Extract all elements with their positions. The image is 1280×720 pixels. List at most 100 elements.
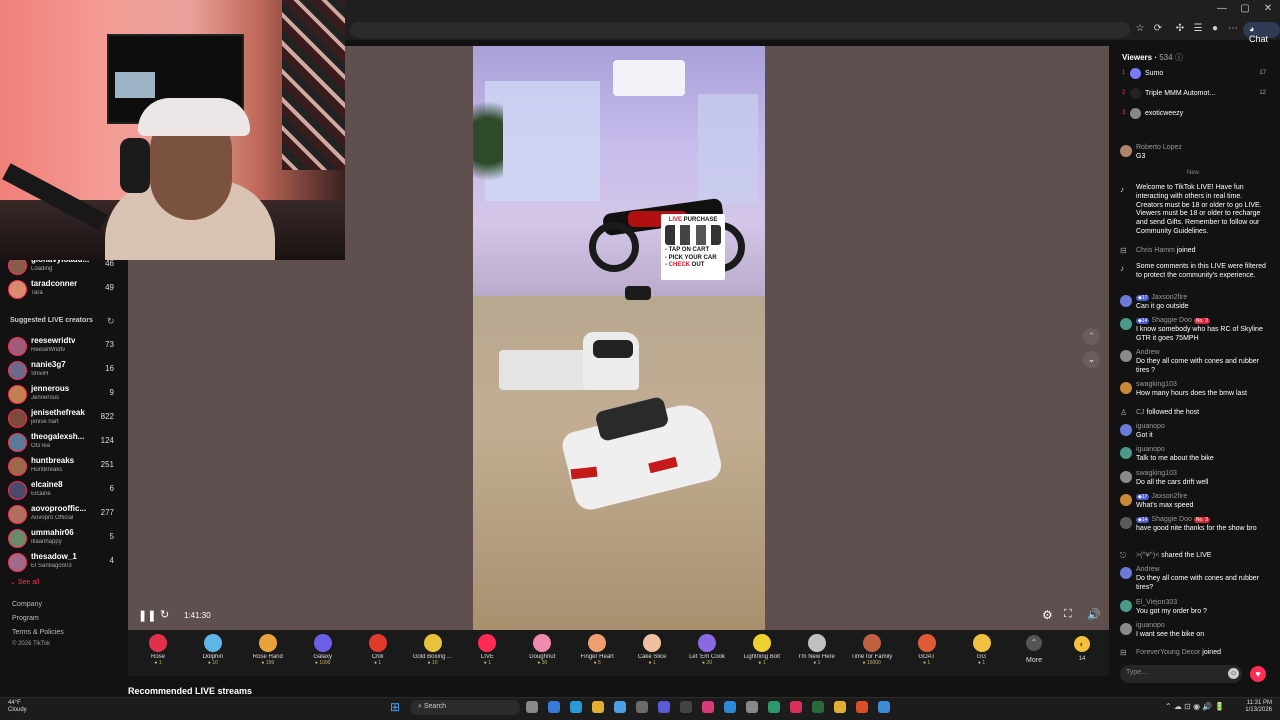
taskbar-app-icon[interactable]: [768, 701, 780, 713]
viewers-header[interactable]: Viewers · 534 ⓘ: [1122, 52, 1183, 63]
taskbar-app-icon[interactable]: [636, 701, 648, 713]
next-live-button[interactable]: ⌄: [1083, 351, 1100, 368]
heart-icon[interactable]: ♥: [1250, 666, 1266, 682]
top-viewer-row[interactable]: 2 Triple MMM Automot... 12: [1122, 88, 1266, 104]
gift-item[interactable]: Dolphin ● 10: [186, 632, 240, 674]
address-bar[interactable]: [350, 22, 1130, 38]
more-options-icon[interactable]: ⋯: [1225, 23, 1241, 34]
maximize-icon[interactable]: ▢: [1235, 3, 1255, 14]
taskbar-app-icon[interactable]: [746, 701, 758, 713]
chat-username[interactable]: Roberto Lopez: [1136, 144, 1182, 151]
gift-item[interactable]: I'm New Here ● 1: [790, 632, 844, 674]
chat-input[interactable]: Type...: [1120, 665, 1242, 683]
footer-program-link[interactable]: Program: [12, 615, 39, 622]
chat-username[interactable]: swagking103: [1136, 381, 1177, 388]
gift-item[interactable]: LIVE ● 1: [460, 632, 514, 674]
avatar[interactable]: [1120, 382, 1132, 394]
avatar[interactable]: [1120, 318, 1132, 330]
see-all-link[interactable]: ⌄ See all: [10, 578, 39, 586]
taskbar-app-icon[interactable]: [526, 701, 538, 713]
gift-item[interactable]: Rose Hand ● 199: [241, 632, 295, 674]
suggested-creator[interactable]: elcaine8 Elcaine 6: [8, 480, 126, 504]
gift-item[interactable]: Galaxy ● 1000: [296, 632, 350, 674]
taskbar-app-icon[interactable]: [790, 701, 802, 713]
footer-terms-link[interactable]: Terms & Policies: [12, 629, 64, 636]
suggested-creator[interactable]: jenisethefreak jenise hart 822: [8, 408, 126, 432]
chat-username[interactable]: iguanopo: [1136, 446, 1165, 453]
fullscreen-icon[interactable]: ⛶: [1064, 608, 1072, 621]
coin-balance-button[interactable]: ◐ 14: [1070, 632, 1094, 662]
more-gifts-button[interactable]: ⌃ More: [1018, 632, 1050, 664]
suggested-creator[interactable]: thesadow_1 El Santiago503 4: [8, 552, 126, 576]
avatar[interactable]: [1120, 517, 1132, 529]
chat-username[interactable]: iguanopo: [1136, 423, 1165, 430]
chat-username[interactable]: ◆17 Jaxson2fire: [1136, 294, 1187, 301]
avatar[interactable]: [1120, 447, 1132, 459]
taskbar-app-icon[interactable]: [592, 701, 604, 713]
minimize-icon[interactable]: —: [1212, 3, 1232, 14]
gift-item[interactable]: Gold Boxing ... ● 10: [406, 632, 460, 674]
suggested-creator[interactable]: jennerous Jennerous 9: [8, 384, 126, 408]
suggested-creator[interactable]: huntbreaks HuntBreaks 251: [8, 456, 126, 480]
suggested-creator[interactable]: reesewridtv ReeseWridtv 73: [8, 336, 126, 360]
chat-username[interactable]: ◆14 Shaggie Doo No. 3: [1136, 516, 1210, 523]
avatar[interactable]: [1120, 600, 1132, 612]
taskbar-app-icon[interactable]: [614, 701, 626, 713]
taskbar-app-icon[interactable]: [702, 701, 714, 713]
refresh-suggestions-icon[interactable]: ↻: [107, 316, 115, 327]
avatar[interactable]: [1120, 494, 1132, 506]
footer-company-link[interactable]: Company: [12, 601, 42, 608]
chat-username[interactable]: ForeverYoung Decor: [1136, 649, 1200, 656]
copilot-chat-button[interactable]: ◕ Chat: [1243, 22, 1280, 44]
star-icon[interactable]: ☆: [1132, 23, 1148, 34]
gift-item[interactable]: Doughnut ● 30: [515, 632, 569, 674]
taskbar-app-icon[interactable]: [658, 701, 670, 713]
taskbar-search[interactable]: ⌕ Search: [410, 700, 520, 715]
gift-item[interactable]: GG ● 1: [955, 632, 1009, 674]
chat-username[interactable]: >(^¥^)<: [1136, 552, 1159, 559]
avatar[interactable]: [1120, 350, 1132, 362]
extensions-icon[interactable]: ✣: [1172, 23, 1188, 34]
chat-username[interactable]: Andrew: [1136, 349, 1160, 356]
gift-item[interactable]: Let 'Em Cook ● 20: [680, 632, 734, 674]
gift-item[interactable]: Finger Heart ● 5: [570, 632, 624, 674]
taskbar-app-icon[interactable]: [680, 701, 692, 713]
top-viewer-row[interactable]: 3 exoticweezy: [1122, 108, 1266, 124]
windows-start-icon[interactable]: ⊞: [390, 700, 404, 714]
refresh-page-icon[interactable]: ⟳: [1150, 23, 1166, 34]
chat-username[interactable]: Andrew: [1136, 566, 1160, 573]
favorites-icon[interactable]: ☰: [1190, 23, 1206, 34]
avatar[interactable]: [1120, 567, 1132, 579]
chat-username[interactable]: Chris Hamm: [1136, 247, 1175, 254]
profile-avatar-icon[interactable]: ●: [1207, 23, 1223, 34]
suggested-creator[interactable]: nanie3g7 ShiviH 16: [8, 360, 126, 384]
suggested-creator[interactable]: ummahir06 Illaanhappy 5: [8, 528, 126, 552]
previous-live-button[interactable]: ⌃: [1083, 328, 1100, 345]
avatar[interactable]: [1120, 295, 1132, 307]
settings-icon[interactable]: ⚙: [1042, 608, 1053, 622]
chat-username[interactable]: ◆17 Jaxson2fire: [1136, 493, 1187, 500]
live-video[interactable]: LIVE PURCHASE - TAP ON CART - PICK YOUR …: [473, 46, 765, 630]
refresh-stream-icon[interactable]: ↻: [160, 608, 169, 621]
close-icon[interactable]: ✕: [1258, 3, 1278, 14]
suggested-creator[interactable]: theogalexsh... OGTea 124: [8, 432, 126, 456]
taskbar-app-icon[interactable]: [812, 701, 824, 713]
gift-item[interactable]: GOAT ● 1: [900, 632, 954, 674]
gift-item[interactable]: Lightning Bolt ● 1: [735, 632, 789, 674]
taskbar-app-icon[interactable]: [724, 701, 736, 713]
gift-item[interactable]: Chili ● 1: [351, 632, 405, 674]
taskbar-app-icon[interactable]: [548, 701, 560, 713]
chat-username[interactable]: CJ: [1136, 409, 1145, 416]
taskbar-clock[interactable]: 11:31 PM 1/13/2026: [1236, 700, 1272, 714]
avatar[interactable]: [1120, 424, 1132, 436]
chat-username[interactable]: swagking103: [1136, 470, 1177, 477]
avatar[interactable]: [1120, 623, 1132, 635]
chat-username[interactable]: iguanopo: [1136, 622, 1165, 629]
gift-item[interactable]: Rose ● 1: [131, 632, 185, 674]
taskbar-app-icon[interactable]: [878, 701, 890, 713]
live-purchase-overlay[interactable]: LIVE PURCHASE - TAP ON CART - PICK YOUR …: [661, 214, 725, 280]
volume-icon[interactable]: 🔊: [1087, 608, 1101, 621]
taskbar-app-icon[interactable]: [834, 701, 846, 713]
following-item[interactable]: taradconner Tara 49: [8, 279, 126, 303]
taskbar-app-icon[interactable]: [856, 701, 868, 713]
